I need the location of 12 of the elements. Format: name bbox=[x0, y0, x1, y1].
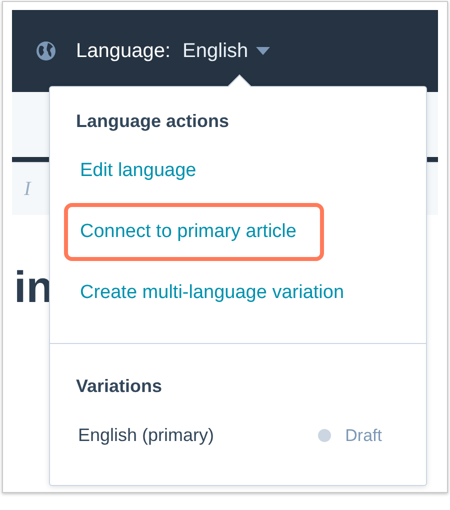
language-label: Language: bbox=[76, 40, 171, 62]
menu-heading: Language actions bbox=[75, 111, 230, 132]
globe-icon bbox=[36, 41, 56, 61]
variation-name: English (primary) bbox=[77, 425, 216, 446]
italic-button[interactable]: I bbox=[24, 178, 31, 200]
caret-icon bbox=[256, 47, 270, 55]
menu-link[interactable]: Connect to primary article bbox=[64, 203, 324, 261]
menu-link[interactable]: Create multi-language variation bbox=[64, 264, 360, 322]
language-dropdown[interactable]: English bbox=[182, 40, 270, 62]
variation-status: Draft bbox=[345, 426, 382, 446]
menu-heading: Variations bbox=[76, 376, 164, 397]
menu-link[interactable]: Edit language bbox=[64, 142, 212, 200]
